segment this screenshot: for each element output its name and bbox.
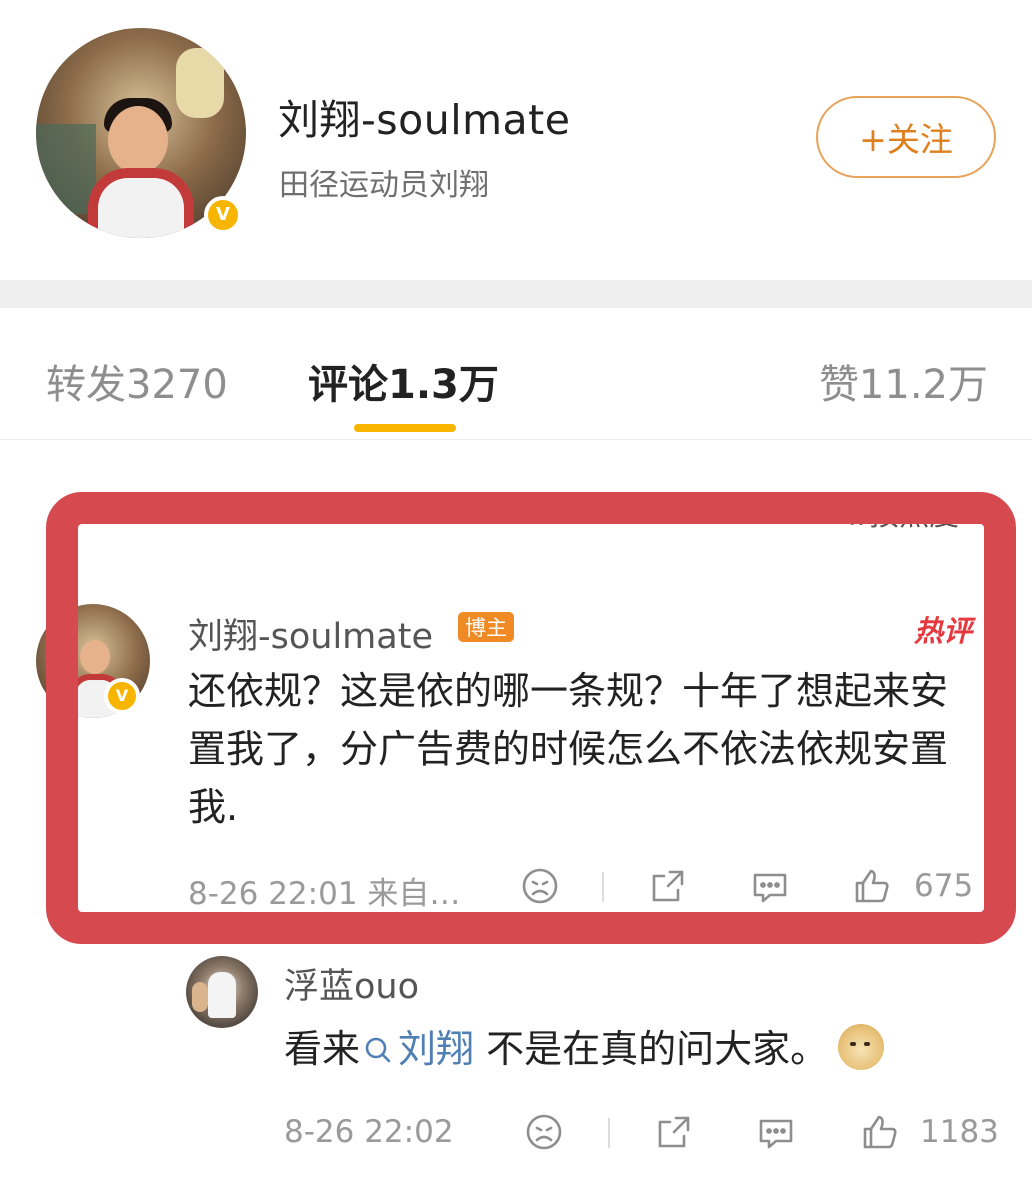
- sort-label: ⇅按热度: [844, 508, 960, 532]
- like-count: 675: [914, 868, 974, 904]
- avatar-figure: [208, 972, 236, 1018]
- profile-name[interactable]: 刘翔-soulmate: [278, 86, 570, 146]
- reply-author[interactable]: 浮蓝ouo: [284, 958, 419, 1009]
- tab-bar: 转发3270 评论1.3万 赞11.2万: [0, 308, 1032, 440]
- comment-text: 还依规？这是依的哪一条规？十年了想起来安置我了，分广告费的时候怎么不依法依规安置…: [188, 669, 949, 829]
- avatar-toy: [176, 48, 224, 118]
- tab-comments[interactable]: 评论1.3万: [308, 352, 499, 410]
- reply-time: 8-26 22:02: [284, 1114, 454, 1150]
- hot-comment-tag: 热评: [914, 614, 973, 648]
- reply-text: 看来 刘翔 不是在真的问大家。: [284, 1020, 885, 1078]
- follow-button[interactable]: +关注: [816, 96, 996, 178]
- sort-by-heat-toggle[interactable]: ⇅按热度: [844, 508, 984, 532]
- search-icon: [365, 1037, 391, 1063]
- section-divider: [0, 280, 1032, 308]
- profile-description: 田径运动员刘翔: [279, 168, 489, 203]
- reply-avatar[interactable]: [186, 956, 258, 1028]
- tab-reposts[interactable]: 转发3270: [46, 352, 228, 410]
- avatar-background: [36, 124, 96, 214]
- author-badge: 博主: [458, 612, 514, 642]
- verified-icon: V: [204, 196, 242, 234]
- mention-link[interactable]: 刘翔: [360, 1027, 474, 1071]
- thumbs-up-icon[interactable]: [852, 866, 892, 906]
- avatar-figure-body: [88, 168, 194, 238]
- comment-meta-row: 8-26 22:01 来自… 675: [188, 866, 978, 912]
- mention-name: 刘翔: [398, 1027, 475, 1071]
- active-tab-indicator: [354, 424, 456, 432]
- doge-emoji-icon: [838, 1024, 885, 1070]
- avatar-figure: [192, 982, 208, 1012]
- reply-text-after: 不是在真的问大家。: [474, 1027, 829, 1071]
- thumbs-up-icon[interactable]: [860, 1112, 900, 1152]
- comment-icon[interactable]: [756, 1112, 796, 1152]
- comment-author[interactable]: 刘翔-soulmate: [188, 608, 433, 659]
- tab-likes[interactable]: 赞11.2万: [819, 352, 988, 410]
- comment-icon[interactable]: [750, 866, 790, 906]
- comment-time: 8-26 22:01 来自…: [188, 876, 461, 912]
- avatar-figure-head: [80, 640, 110, 674]
- profile-header: V 刘翔-soulmate 田径运动员刘翔 +关注: [0, 0, 1032, 280]
- share-icon[interactable]: [654, 1112, 694, 1152]
- reply-meta-row: 8-26 22:02 1183: [284, 1112, 1000, 1156]
- meta-divider: [602, 872, 604, 902]
- meta-divider: [608, 1118, 610, 1148]
- sad-face-icon[interactable]: [520, 866, 560, 906]
- reply-text-before: 看来: [284, 1027, 361, 1071]
- like-count: 1183: [920, 1114, 999, 1150]
- sad-face-icon[interactable]: [524, 1112, 564, 1152]
- verified-icon: V: [104, 678, 140, 714]
- avatar-figure-head: [108, 106, 168, 174]
- share-icon[interactable]: [648, 866, 688, 906]
